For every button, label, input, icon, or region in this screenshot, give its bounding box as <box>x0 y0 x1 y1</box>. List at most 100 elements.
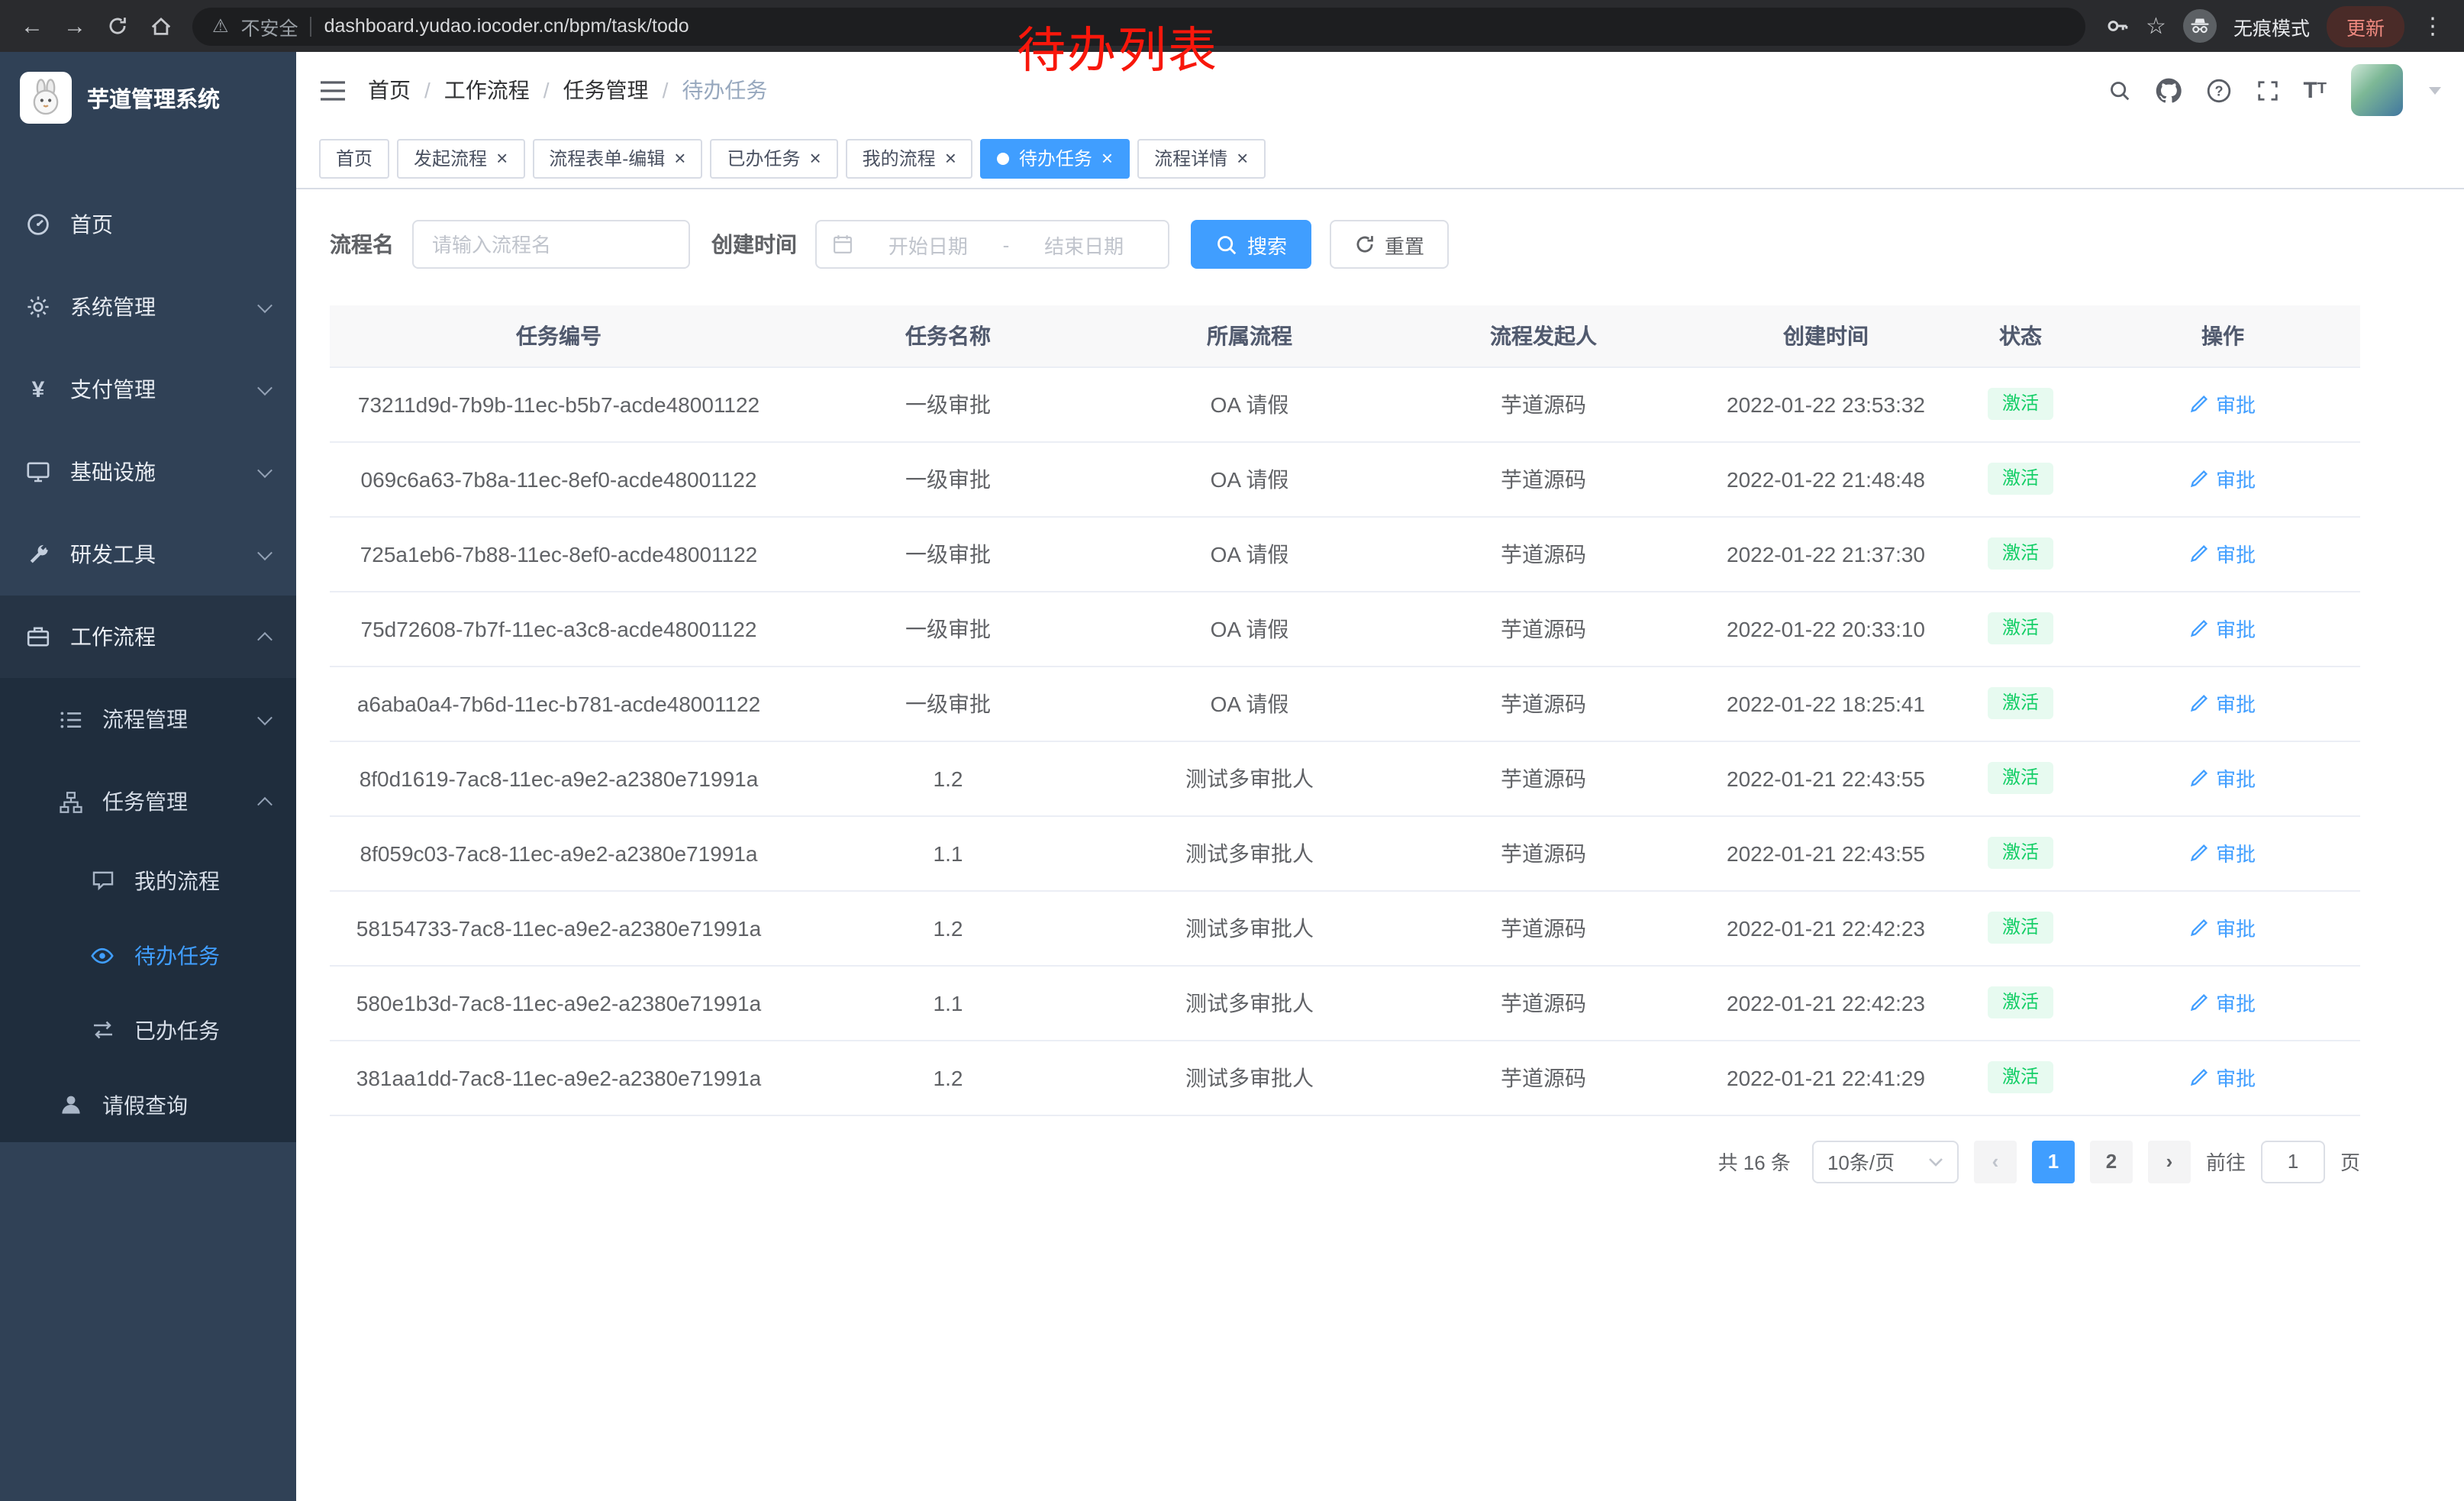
date-separator: - <box>1003 233 1010 256</box>
sidebar-item-label: 请假查询 <box>102 1089 275 1120</box>
reset-button[interactable]: 重置 <box>1330 220 1449 269</box>
prev-page-button[interactable]: ‹ <box>1974 1140 2017 1183</box>
tab-item[interactable]: 流程表单-编辑× <box>532 138 702 178</box>
browser-back-button[interactable]: ← <box>12 6 52 46</box>
approve-link[interactable]: 审批 <box>2190 539 2256 568</box>
tab-item[interactable]: 我的流程× <box>846 138 973 178</box>
security-label: 不安全 <box>241 11 298 40</box>
page-size-select[interactable]: 10条/页 <box>1812 1140 1959 1183</box>
cell-process: OA 请假 <box>1108 591 1391 666</box>
content-area: 流程名 创建时间 开始日期 - 结束日期 搜索 重 <box>296 189 2464 1501</box>
tab-item[interactable]: 首页 <box>319 138 389 178</box>
app-logo[interactable]: 芋道管理系统 <box>0 52 296 144</box>
approve-link[interactable]: 审批 <box>2190 464 2256 493</box>
cell-initiator: 芋道源码 <box>1391 666 1696 741</box>
update-button[interactable]: 更新 <box>2327 5 2404 47</box>
password-key-button[interactable] <box>2104 14 2129 38</box>
chevron-right-icon: › <box>2166 1151 2173 1171</box>
chevron-down-icon <box>257 297 273 312</box>
github-button[interactable] <box>2155 77 2181 103</box>
sidebar-item-todo-tasks[interactable]: 待办任务 <box>0 918 296 993</box>
close-icon[interactable]: × <box>1237 148 1248 168</box>
sidebar-item-infrastructure[interactable]: 基础设施 <box>0 431 296 513</box>
sidebar-item-workflow[interactable]: 工作流程 <box>0 596 296 678</box>
edit-icon <box>2190 768 2210 788</box>
breadcrumb-item[interactable]: 任务管理 <box>563 75 649 105</box>
tab-item[interactable]: 发起流程× <box>397 138 524 178</box>
sidebar-item-task-management[interactable]: 任务管理 <box>0 760 296 843</box>
browser-home-button[interactable] <box>140 6 180 46</box>
tab-item[interactable]: 已办任务× <box>710 138 837 178</box>
cell-name: 1.1 <box>788 815 1108 890</box>
approve-link[interactable]: 审批 <box>2190 988 2256 1017</box>
process-name-input[interactable] <box>412 220 690 269</box>
todo-task-table: 任务编号任务名称所属流程流程发起人创建时间状态操作 73211d9d-7b9b-… <box>330 305 2360 1115</box>
search-button[interactable]: 搜索 <box>1191 220 1311 269</box>
font-size-button[interactable]: TT <box>2303 79 2327 102</box>
approve-link[interactable]: 审批 <box>2190 1063 2256 1092</box>
status-badge: 激活 <box>1988 762 2053 794</box>
cell-id: 75d72608-7b7f-11ec-a3c8-acde48001122 <box>330 591 788 666</box>
cell-created: 2022-01-21 22:43:55 <box>1696 741 1956 815</box>
cell-created: 2022-01-22 20:33:10 <box>1696 591 1956 666</box>
header-search-button[interactable] <box>2108 79 2130 102</box>
bookmark-star-button[interactable]: ☆ <box>2146 15 2166 37</box>
approve-link[interactable]: 审批 <box>2190 913 2256 942</box>
approve-link[interactable]: 审批 <box>2190 614 2256 643</box>
approve-link[interactable]: 审批 <box>2190 389 2256 418</box>
refresh-icon <box>1354 234 1376 255</box>
sidebar-item-dev-tools[interactable]: 研发工具 <box>0 513 296 596</box>
breadcrumb: 首页/工作流程/任务管理/待办任务 <box>368 75 767 105</box>
browser-menu-button[interactable]: ⋮ <box>2421 15 2444 37</box>
close-icon[interactable]: × <box>809 148 821 168</box>
tab-item[interactable]: 待办任务× <box>981 138 1130 178</box>
reset-button-label: 重置 <box>1385 230 1424 259</box>
approve-label: 审批 <box>2216 913 2256 942</box>
cell-id: 58154733-7ac8-11ec-a9e2-a2380e71991a <box>330 890 788 965</box>
close-icon[interactable]: × <box>496 148 508 168</box>
sidebar-item-label: 待办任务 <box>134 940 275 970</box>
close-icon[interactable]: × <box>945 148 956 168</box>
calendar-icon <box>832 234 853 255</box>
gear-icon <box>24 295 52 319</box>
browser-actions: ☆ 无痕模式 更新 ⋮ <box>2097 5 2452 47</box>
status-badge: 激活 <box>1988 612 2053 644</box>
search-icon <box>1215 233 1238 256</box>
help-button[interactable]: ? <box>2205 77 2231 103</box>
close-icon[interactable]: × <box>1101 148 1113 168</box>
sidebar-item-done-tasks[interactable]: 已办任务 <box>0 993 296 1067</box>
cell-initiator: 芋道源码 <box>1391 815 1696 890</box>
tab-bar: 首页发起流程×流程表单-编辑×已办任务×我的流程×待办任务×流程详情× <box>296 128 2464 189</box>
approve-link[interactable]: 审批 <box>2190 763 2256 792</box>
next-page-button[interactable]: › <box>2148 1140 2191 1183</box>
sidebar-item-leave-query[interactable]: 请假查询 <box>0 1067 296 1142</box>
breadcrumb-item[interactable]: 首页 <box>368 75 411 105</box>
sidebar-item-label: 系统管理 <box>70 292 241 322</box>
page-button-1[interactable]: 1 <box>2032 1140 2075 1183</box>
close-icon[interactable]: × <box>674 148 685 168</box>
browser-forward-button[interactable]: → <box>55 6 95 46</box>
user-avatar[interactable] <box>2351 64 2403 116</box>
cell-action: 审批 <box>2085 815 2360 890</box>
sidebar-item-system[interactable]: 系统管理 <box>0 266 296 348</box>
cell-action: 审批 <box>2085 516 2360 591</box>
eye-icon <box>89 943 116 967</box>
tab-item[interactable]: 流程详情× <box>1137 138 1265 178</box>
cell-created: 2022-01-21 22:42:23 <box>1696 965 1956 1040</box>
breadcrumb-item[interactable]: 工作流程 <box>444 75 530 105</box>
sidebar-item-process-management[interactable]: 流程管理 <box>0 678 296 760</box>
goto-page-input[interactable] <box>2261 1140 2325 1183</box>
sidebar-item-home[interactable]: 首页 <box>0 183 296 266</box>
edit-icon <box>2190 1067 2210 1087</box>
approve-link[interactable]: 审批 <box>2190 838 2256 867</box>
approve-link[interactable]: 审批 <box>2190 689 2256 718</box>
sidebar-toggle-button[interactable] <box>319 79 347 102</box>
page-button-2[interactable]: 2 <box>2090 1140 2133 1183</box>
fullscreen-button[interactable] <box>2256 79 2279 102</box>
sidebar-item-payment[interactable]: ¥支付管理 <box>0 348 296 431</box>
date-range-picker[interactable]: 开始日期 - 结束日期 <box>815 220 1169 269</box>
cell-created: 2022-01-21 22:41:29 <box>1696 1040 1956 1115</box>
cell-created: 2022-01-22 21:48:48 <box>1696 441 1956 516</box>
sidebar-item-my-process[interactable]: 我的流程 <box>0 843 296 918</box>
browser-reload-button[interactable] <box>98 6 137 46</box>
